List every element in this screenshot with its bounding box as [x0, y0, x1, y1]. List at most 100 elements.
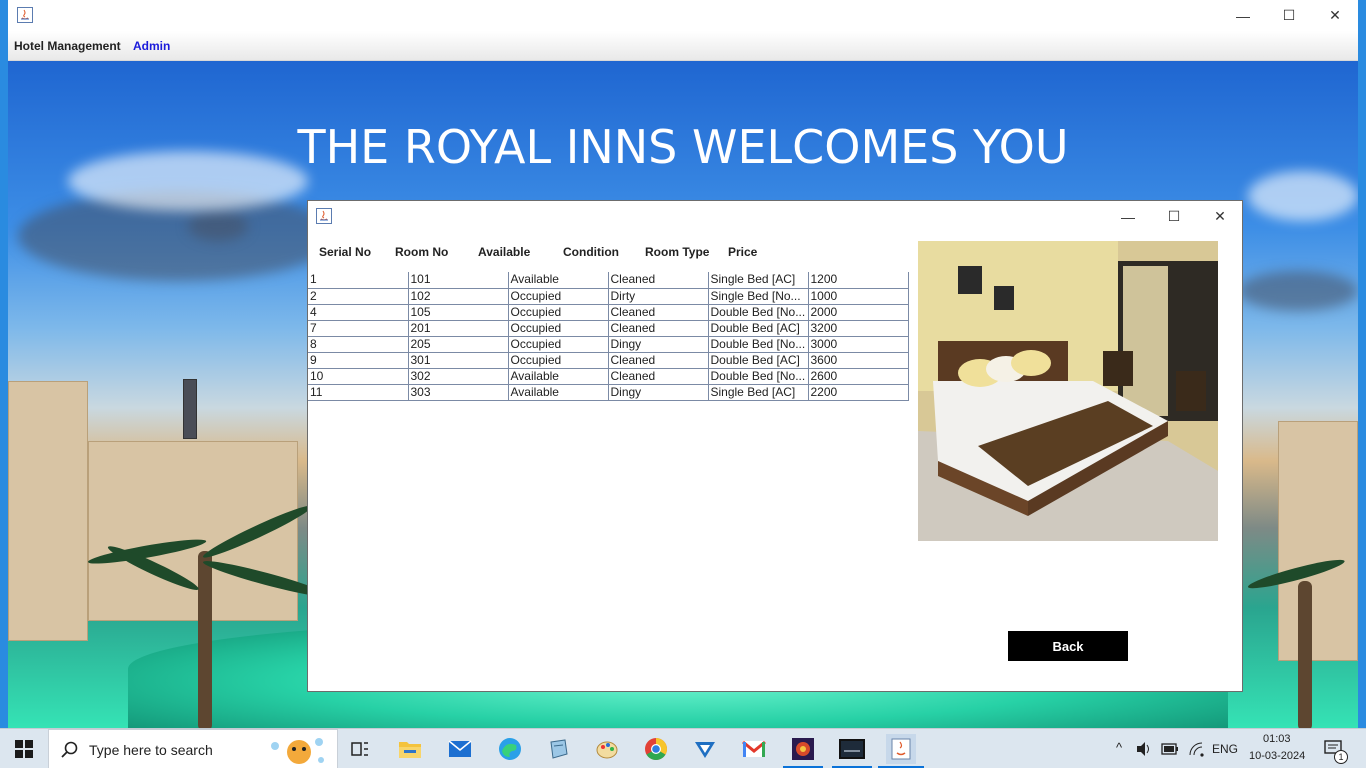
cell-serial-no[interactable]: 8 — [308, 336, 409, 353]
cell-price[interactable]: 3000 — [808, 336, 909, 353]
cell-serial-no[interactable]: 10 — [308, 368, 409, 385]
clock-time[interactable]: 01:03 — [1263, 733, 1291, 745]
cell-price[interactable]: 2600 — [808, 368, 909, 385]
cell-serial-no[interactable]: 11 — [308, 384, 409, 401]
cell-room-no[interactable]: 105 — [408, 304, 509, 321]
taskbar-search-box[interactable]: Type here to search — [48, 729, 338, 768]
cell-condition[interactable]: Dingy — [608, 384, 709, 401]
cell-room-no[interactable]: 102 — [408, 288, 509, 305]
start-button[interactable] — [0, 729, 48, 768]
task-view-icon[interactable] — [345, 734, 375, 764]
windows-logo-icon — [15, 740, 33, 758]
main-maximize-button[interactable]: ☐ — [1266, 0, 1312, 31]
cell-condition[interactable]: Dingy — [608, 336, 709, 353]
cell-available[interactable]: Occupied — [508, 304, 609, 321]
tray-chevron-icon[interactable]: ^ — [1116, 740, 1122, 755]
cell-serial-no[interactable]: 7 — [308, 320, 409, 337]
table-row[interactable]: 4 105 Occupied Cleaned Double Bed [No... 2000 — [308, 304, 909, 321]
cell-serial-no[interactable]: 2 — [308, 288, 409, 305]
language-indicator[interactable]: ENG — [1212, 742, 1238, 756]
palm-tree — [1298, 581, 1312, 728]
cell-available[interactable]: Occupied — [508, 320, 609, 337]
chrome-icon[interactable] — [641, 734, 671, 764]
cell-room-type[interactable]: Single Bed [No... — [708, 288, 809, 305]
cell-available[interactable]: Occupied — [508, 288, 609, 305]
cell-price[interactable]: 2200 — [808, 384, 909, 401]
main-minimize-button[interactable]: — — [1220, 0, 1266, 31]
table-row[interactable]: 7 201 Occupied Cleaned Double Bed [AC] 3200 — [308, 320, 909, 337]
column-header-price: Price — [728, 245, 758, 259]
cell-available[interactable]: Available — [508, 368, 609, 385]
table-row[interactable]: 8 205 Occupied Dingy Double Bed [No... 3000 — [308, 336, 909, 353]
cell-condition[interactable]: Cleaned — [608, 368, 709, 385]
clock-date[interactable]: 10-03-2024 — [1249, 750, 1305, 762]
battery-icon[interactable] — [1161, 742, 1179, 756]
cell-available[interactable]: Occupied — [508, 336, 609, 353]
cell-room-type[interactable]: Double Bed [No... — [708, 368, 809, 385]
menu-admin[interactable]: Admin — [133, 39, 170, 53]
java-app-icon — [17, 7, 33, 23]
column-header-available: Available — [478, 245, 531, 259]
cell-price[interactable]: 1000 — [808, 288, 909, 305]
main-window-titlebar[interactable]: — ☐ ✕ — [8, 0, 1358, 31]
cell-serial-no[interactable]: 9 — [308, 352, 409, 369]
menubar: Hotel Management Admin — [8, 31, 1358, 61]
cell-room-type[interactable]: Double Bed [AC] — [708, 352, 809, 369]
teamviewer-icon[interactable] — [690, 734, 720, 764]
table-row[interactable]: 1 101 Available Cleaned Single Bed [AC] 1200 — [308, 272, 909, 289]
cell-available[interactable]: Available — [508, 272, 609, 289]
cell-room-type[interactable]: Double Bed [No... — [708, 336, 809, 353]
file-explorer-icon[interactable] — [395, 734, 425, 764]
cell-room-no[interactable]: 301 — [408, 352, 509, 369]
menu-hotel-management[interactable]: Hotel Management — [14, 39, 121, 53]
mail-icon[interactable] — [445, 734, 475, 764]
cell-room-type[interactable]: Single Bed [AC] — [708, 384, 809, 401]
main-close-button[interactable]: ✕ — [1312, 0, 1358, 31]
cell-price[interactable]: 2000 — [808, 304, 909, 321]
wifi-icon[interactable] — [1188, 741, 1204, 757]
table-row[interactable]: 9 301 Occupied Cleaned Double Bed [AC] 3600 — [308, 352, 909, 369]
gmail-icon[interactable] — [739, 734, 769, 764]
tower — [183, 379, 197, 439]
back-button[interactable]: Back — [1008, 631, 1128, 661]
app-tool-icon[interactable] — [788, 734, 818, 764]
cell-serial-no[interactable]: 4 — [308, 304, 409, 321]
table-row[interactable]: 10 302 Available Cleaned Double Bed [No... 26… — [308, 368, 909, 385]
dialog-close-button[interactable]: ✕ — [1197, 201, 1243, 232]
dialog-minimize-button[interactable]: — — [1105, 201, 1151, 232]
edge-icon[interactable] — [495, 734, 525, 764]
notepad-icon[interactable] — [543, 734, 573, 764]
cell-condition[interactable]: Cleaned — [608, 272, 709, 289]
cell-room-type[interactable]: Single Bed [AC] — [708, 272, 809, 289]
dialog-titlebar[interactable]: — ☐ ✕ — [308, 201, 1242, 231]
table-row[interactable]: 11 303 Available Dingy Single Bed [AC] 2200 — [308, 384, 909, 401]
cell-room-type[interactable]: Double Bed [No... — [708, 304, 809, 321]
table-row[interactable]: 2 102 Occupied Dirty Single Bed [No... 1000 — [308, 288, 909, 305]
cell-condition[interactable]: Cleaned — [608, 352, 709, 369]
system-tray: ^ ENG 01:03 10-03-2024 1 — [1110, 729, 1366, 768]
cell-price[interactable]: 3600 — [808, 352, 909, 369]
welcome-heading: THE ROYAL INNS WELCOMES YOU — [297, 120, 1069, 174]
cell-condition[interactable]: Cleaned — [608, 320, 709, 337]
cell-available[interactable]: Available — [508, 384, 609, 401]
cell-room-no[interactable]: 303 — [408, 384, 509, 401]
java-taskbar-icon[interactable] — [886, 734, 916, 764]
volume-icon[interactable] — [1136, 741, 1152, 757]
dialog-maximize-button[interactable]: ☐ — [1151, 201, 1197, 232]
cell-serial-no[interactable]: 1 — [308, 272, 409, 289]
column-header-room-no: Room No — [395, 245, 449, 259]
cell-room-type[interactable]: Double Bed [AC] — [708, 320, 809, 337]
cell-room-no[interactable]: 201 — [408, 320, 509, 337]
java-app-icon — [316, 208, 332, 224]
cell-room-no[interactable]: 205 — [408, 336, 509, 353]
mysql-icon[interactable] — [837, 734, 867, 764]
cell-price[interactable]: 3200 — [808, 320, 909, 337]
cell-room-no[interactable]: 302 — [408, 368, 509, 385]
rooms-table[interactable]: 1 101 Available Cleaned Single Bed [AC] 1200 2… — [308, 272, 909, 401]
paint-icon[interactable] — [592, 734, 622, 764]
cell-condition[interactable]: Dirty — [608, 288, 709, 305]
cell-condition[interactable]: Cleaned — [608, 304, 709, 321]
cell-available[interactable]: Occupied — [508, 352, 609, 369]
cell-price[interactable]: 1200 — [808, 272, 909, 289]
cell-room-no[interactable]: 101 — [408, 272, 509, 289]
